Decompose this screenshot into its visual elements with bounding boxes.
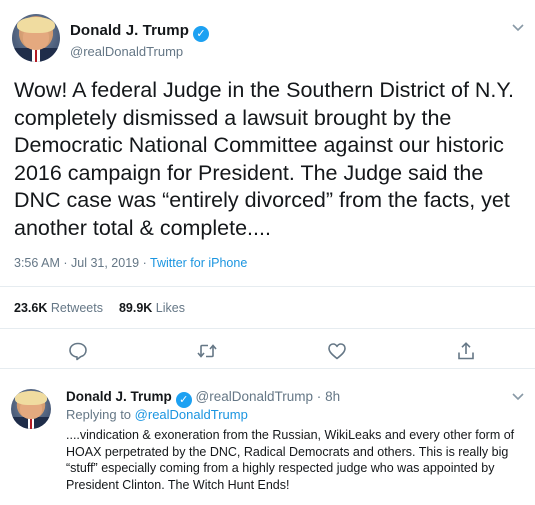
likes-count: 89.9K [118,301,153,315]
chevron-down-icon[interactable] [512,389,524,404]
avatar[interactable] [12,14,60,62]
tweet-time[interactable]: 3:56 AM [14,256,60,270]
replying-to: Replying to @realDonaldTrump [66,407,248,422]
reply-separator: · [316,389,322,404]
retweets-label: Retweets [50,301,103,315]
reply-age[interactable]: 8h [325,389,340,404]
heart-icon[interactable] [327,341,349,361]
main-tweet: Donald J. Trump ✓ @realDonaldTrump Wow! A… [0,0,535,369]
meta-separator: · [63,256,71,270]
divider [0,286,535,287]
tweet-meta: 3:56 AM · Jul 31, 2019 · Twitter for iPh… [14,256,247,270]
retweets-count: 23.6K [14,301,48,315]
reply-text: ....vindication & exoneration from the R… [66,428,515,492]
retweets-stat[interactable]: 23.6K Retweets [14,301,103,315]
author-display-name[interactable]: Donald J. Trump [70,22,189,39]
replying-to-handle-link[interactable]: @realDonaldTrump [135,407,248,422]
reply-icon[interactable] [68,341,90,361]
avatar[interactable] [11,389,51,429]
tweet-date[interactable]: Jul 31, 2019 [71,256,139,270]
likes-stat[interactable]: 89.9K Likes [119,301,185,315]
reply-header: Donald J. Trump ✓ @realDonaldTrump · 8h [66,389,340,408]
likes-label: Likes [155,301,185,315]
chevron-down-icon[interactable] [512,20,524,35]
tweet-source-link[interactable]: Twitter for iPhone [150,256,247,270]
replying-to-label: Replying to [66,407,132,422]
share-icon[interactable] [456,341,478,361]
meta-separator: · [142,256,151,270]
retweet-icon[interactable] [196,341,218,361]
tweet-text: Wow! A federal Judge in the Southern Dis… [14,78,514,240]
divider [0,328,535,329]
author-name-row[interactable]: Donald J. Trump ✓ [70,22,210,42]
divider [0,368,535,369]
author-handle[interactable]: @realDonaldTrump [70,44,183,59]
verified-badge-icon: ✓ [193,26,210,42]
tweet-stats: 23.6K Retweets 89.9K Likes [14,301,185,315]
reply-author-name[interactable]: Donald J. Trump [66,389,172,404]
reply-author-handle[interactable]: @realDonaldTrump [196,389,314,404]
verified-badge-icon: ✓ [175,392,192,408]
